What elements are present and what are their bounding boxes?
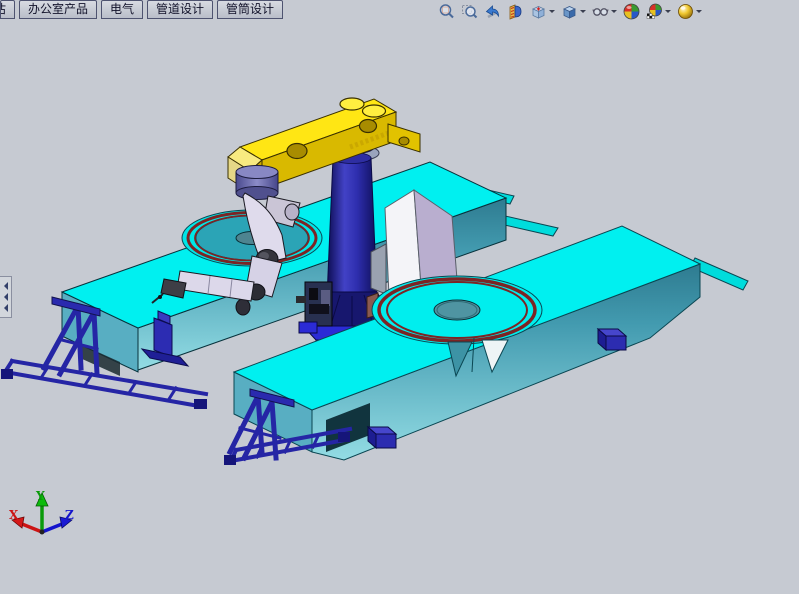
zoom-to-fit-button[interactable]: [438, 2, 455, 21]
tab-tubing-design[interactable]: 管筒设计: [217, 0, 283, 19]
view-settings-icon: [677, 3, 694, 20]
view-orientation-button[interactable]: [530, 2, 555, 21]
tab-electrical[interactable]: 电气: [101, 0, 143, 19]
apply-scene-button[interactable]: [646, 2, 671, 21]
headsup-view-toolbar: [438, 1, 702, 21]
previous-view-button[interactable]: [484, 2, 501, 21]
triad-z-label: Z: [65, 508, 74, 522]
zoom-to-fit-icon: [438, 3, 455, 20]
zoom-to-area-icon: [461, 3, 478, 20]
triad-x-axis: [22, 524, 42, 532]
section-view-icon: [507, 3, 524, 20]
reference-triad: X Y Z: [9, 489, 74, 535]
support-block-right[interactable]: [598, 329, 626, 350]
triad-z-axis: [42, 524, 62, 532]
tab-evaluate-partial[interactable]: 估: [0, 0, 15, 19]
front-beam-slew-ring[interactable]: [372, 276, 542, 344]
apply-scene-dropdown-arrow[interactable]: [665, 10, 671, 16]
display-style-button[interactable]: [561, 2, 586, 21]
display-style-dropdown-arrow[interactable]: [580, 10, 586, 16]
display-style-icon: [561, 3, 578, 20]
tab-office-products[interactable]: 办公室产品: [19, 0, 97, 19]
triad-x-label: X: [9, 508, 19, 522]
view-orientation-icon: [530, 3, 547, 20]
splitter-arrow-icon: [0, 304, 8, 312]
hide-show-items-button[interactable]: [592, 2, 617, 21]
splitter-arrow-icon: [0, 293, 8, 301]
splitter-arrow-icon: [0, 282, 8, 290]
previous-view-icon: [484, 3, 501, 20]
command-manager-tabs: 估 办公室产品 电气 管道设计 管筒设计: [0, 0, 283, 19]
view-settings-button[interactable]: [677, 2, 702, 21]
zoom-to-area-button[interactable]: [461, 2, 478, 21]
edit-appearance-icon: [623, 3, 640, 20]
tab-piping-design[interactable]: 管道设计: [147, 0, 213, 19]
viewport-3d[interactable]: X Y Z: [0, 0, 799, 589]
section-view-button[interactable]: [507, 2, 524, 21]
view-orientation-dropdown-arrow[interactable]: [549, 10, 555, 16]
support-block-left[interactable]: [368, 427, 396, 448]
hide-show-items-dropdown-arrow[interactable]: [611, 10, 617, 16]
graphics-area[interactable]: X Y Z: [0, 0, 799, 589]
triad-y-label: Y: [35, 489, 45, 503]
hide-show-items-icon: [592, 3, 609, 20]
view-settings-dropdown-arrow[interactable]: [696, 10, 702, 16]
feature-panel-splitter[interactable]: [0, 276, 12, 318]
edit-appearance-button[interactable]: [623, 2, 640, 21]
apply-scene-icon: [646, 3, 663, 20]
